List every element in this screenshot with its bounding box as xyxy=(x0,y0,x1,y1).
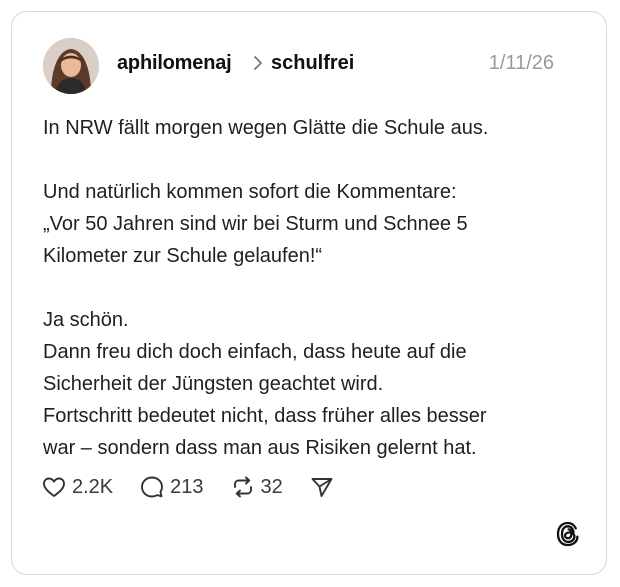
comment-count: 213 xyxy=(170,475,204,498)
post-line: Sicherheit der Jüngsten geachtet wird. xyxy=(43,373,384,395)
like-button[interactable]: 2.2K xyxy=(41,474,113,500)
threads-logo-icon xyxy=(556,521,579,547)
repost-count: 32 xyxy=(260,475,283,498)
post-line: „Vor 50 Jahren sind wir bei Sturm und Sc… xyxy=(43,213,468,235)
comment-icon xyxy=(141,476,164,498)
avatar[interactable] xyxy=(43,38,99,94)
post-line: Und natürlich kommen sofort die Kommenta… xyxy=(43,181,457,203)
post-line: Kilometer zur Schule gelaufen!“ xyxy=(43,245,323,267)
author-name[interactable]: aphilomenaj xyxy=(117,52,232,75)
heart-icon xyxy=(43,477,65,497)
repost-button[interactable]: 32 xyxy=(230,474,283,500)
comment-button[interactable]: 213 xyxy=(139,474,204,500)
like-count: 2.2K xyxy=(72,475,114,498)
post-line: Dann freu dich doch einfach, dass heute … xyxy=(43,341,467,363)
repost-icon xyxy=(233,476,252,498)
post-line: Fortschritt bedeutet nicht, dass früher … xyxy=(43,405,487,427)
share-button[interactable] xyxy=(309,474,340,500)
post-text: In NRW fällt morgen wegen Glätte die Sch… xyxy=(43,112,583,464)
post-line: Ja schön. xyxy=(43,309,129,331)
post-card: aphilomenaj schulfrei 1/11/26 In NRW fäl… xyxy=(11,11,607,575)
post-line: In NRW fällt morgen wegen Glätte die Sch… xyxy=(43,117,489,139)
share-icon xyxy=(311,478,333,497)
community-name[interactable]: schulfrei xyxy=(271,52,354,75)
chevron-right-icon xyxy=(254,56,262,70)
post-date: 1/11/26 xyxy=(488,52,554,74)
post-line: war – sondern dass man aus Risiken geler… xyxy=(43,437,477,459)
action-bar: 2.2K 213 32 xyxy=(41,472,366,502)
